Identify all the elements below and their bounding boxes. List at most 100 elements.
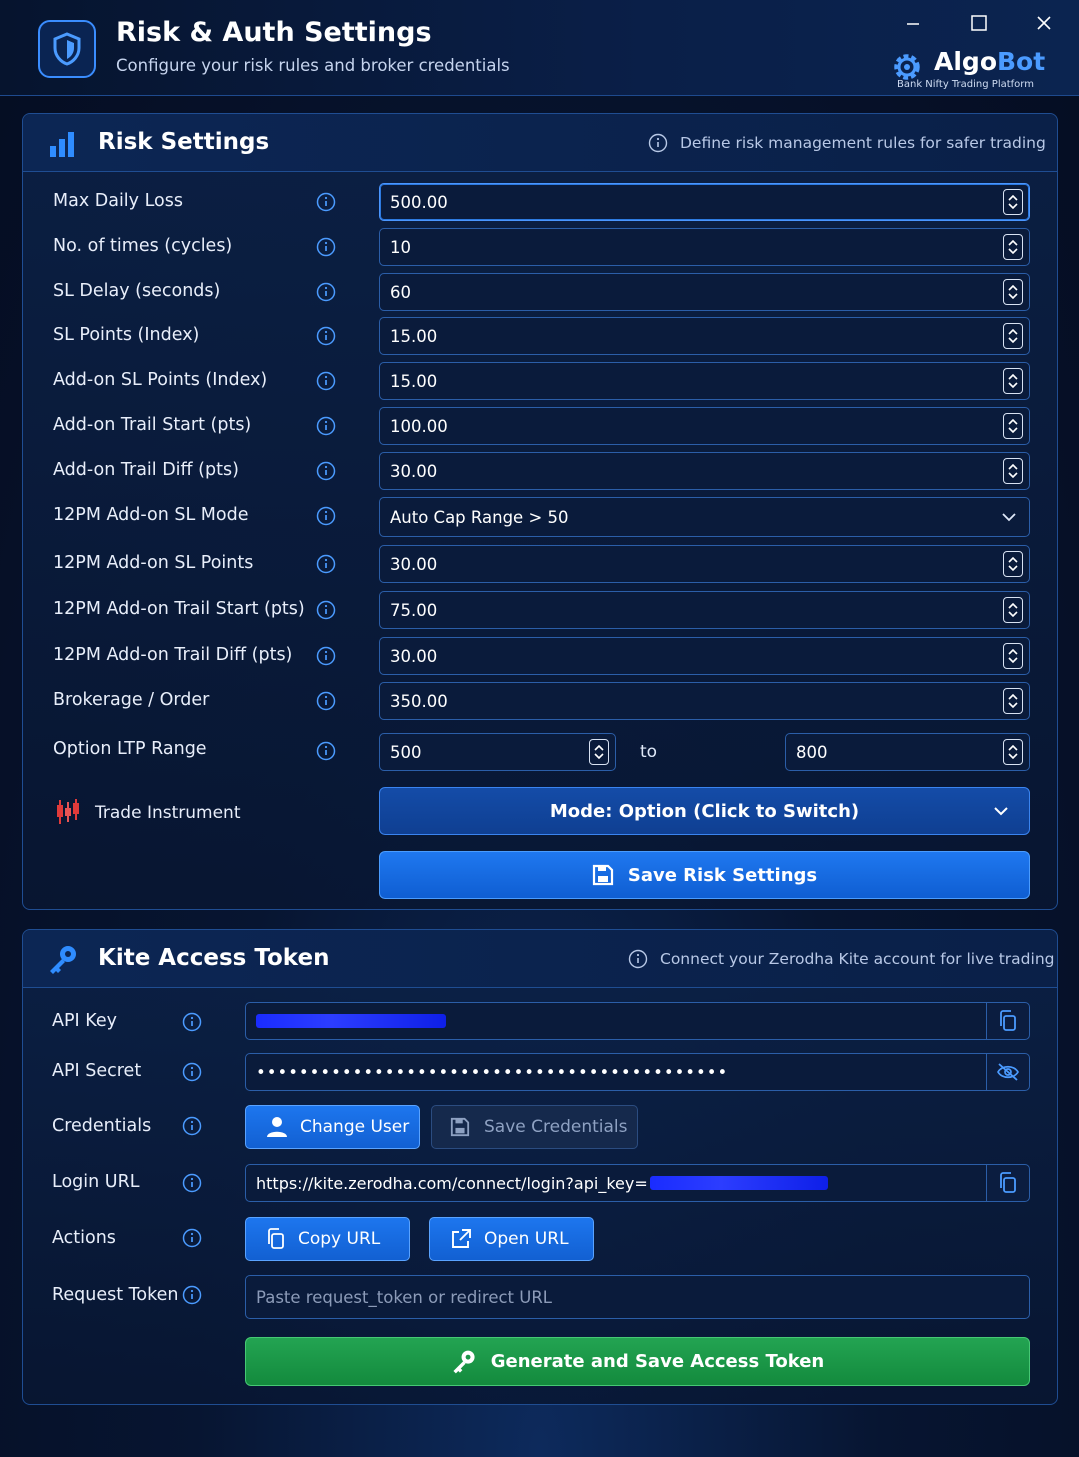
login-url-input[interactable]: https://kite.zerodha.com/connect/login?a… [245,1164,987,1202]
sl-mode-select[interactable]: Auto Cap Range > 50 [379,497,1030,537]
toggle-secret-visibility-button[interactable] [986,1053,1030,1091]
info-icon[interactable] [316,506,336,526]
eye-off-icon [997,1063,1019,1081]
kite-access-token-panel: Kite Access Token Connect your Zerodha K… [22,929,1058,1405]
info-icon[interactable] [182,1173,202,1193]
risk-row-label: Add-on Trail Start (pts) [53,415,252,435]
info-icon[interactable] [316,371,336,391]
chevron-down-icon [1002,513,1016,522]
ltp-separator: to [640,742,658,762]
copy-url-button[interactable]: Copy URL [245,1217,410,1261]
risk-settings-header: Risk Settings Define risk management rul… [23,114,1057,172]
info-icon[interactable] [316,646,336,666]
info-icon[interactable] [316,600,336,620]
spinner-icon[interactable] [1003,643,1023,669]
ltp-from-input[interactable]: 500 [379,733,616,771]
copy-api-key-button[interactable] [986,1002,1030,1040]
copy-url-label: Copy URL [298,1229,381,1249]
risk-row-label: No. of times (cycles) [53,236,233,256]
spinner-icon[interactable] [1003,413,1023,439]
risk-value-input[interactable]: 100.00 [379,407,1030,445]
info-icon[interactable] [182,1116,202,1136]
info-icon[interactable] [316,554,336,574]
spinner-icon[interactable] [1003,688,1023,714]
request-token-placeholder: Paste request_token or redirect URL [256,1287,552,1307]
generate-access-token-label: Generate and Save Access Token [490,1351,825,1372]
request-token-input[interactable]: Paste request_token or redirect URL [245,1275,1030,1319]
risk-row-value: 15.00 [390,371,438,391]
maximize-icon[interactable] [966,10,992,36]
spinner-icon[interactable] [1003,323,1023,349]
kite-hint: Connect your Zerodha Kite account for li… [628,949,1055,969]
spinner-icon[interactable] [1003,189,1023,215]
title-bar: Risk & Auth Settings Configure your risk… [0,0,1079,96]
credentials-label: Credentials [52,1116,152,1136]
brand-logo: AlgoBot Bank Nifty Trading Platform [889,47,1049,93]
risk-value-input[interactable]: 15.00 [379,317,1030,355]
spinner-icon[interactable] [589,739,609,765]
risk-value-input[interactable]: 30.00 [379,637,1030,675]
save-credentials-label: Save Credentials [484,1117,628,1137]
risk-row-label: Add-on Trail Diff (pts) [53,460,239,480]
info-icon[interactable] [316,326,336,346]
spinner-icon[interactable] [1003,597,1023,623]
spinner-icon[interactable] [1003,458,1023,484]
ltp-range-label: Option LTP Range [53,739,207,759]
info-icon[interactable] [182,1012,202,1032]
copy-login-url-button[interactable] [986,1164,1030,1202]
spinner-icon[interactable] [1003,279,1023,305]
info-icon[interactable] [316,416,336,436]
info-icon[interactable] [316,237,336,257]
info-icon[interactable] [316,461,336,481]
risk-value-input[interactable]: 350.00 [379,682,1030,720]
risk-row-value: 75.00 [390,600,438,620]
risk-value-input[interactable]: 30.00 [379,545,1030,583]
risk-row-value: 30.00 [390,461,438,481]
risk-value-input[interactable]: 15.00 [379,362,1030,400]
api-key-input[interactable] [245,1002,987,1040]
spinner-icon[interactable] [1003,368,1023,394]
info-icon[interactable] [316,282,336,302]
risk-value-input[interactable]: 75.00 [379,591,1030,629]
ltp-to-input[interactable]: 800 [785,733,1030,771]
kite-header: Kite Access Token Connect your Zerodha K… [23,930,1057,988]
info-icon[interactable] [182,1228,202,1248]
api-secret-input[interactable]: ••••••••••••••••••••••••••••••••••••••••… [245,1053,987,1091]
external-link-icon [452,1229,471,1248]
api-key-label: API Key [52,1011,117,1031]
spinner-icon[interactable] [1003,234,1023,260]
risk-row-value: 30.00 [390,554,438,574]
risk-settings-title: Risk Settings [98,129,270,155]
redacted-value [256,1014,446,1028]
risk-row-value: 30.00 [390,646,438,666]
mode-switch-button[interactable]: Mode: Option (Click to Switch) [379,787,1030,835]
user-icon [267,1117,287,1137]
minimize-icon[interactable] [900,10,926,36]
info-icon[interactable] [182,1062,202,1082]
info-icon[interactable] [182,1285,202,1305]
risk-value-input[interactable]: 10 [379,228,1030,266]
risk-settings-hint: Define risk management rules for safer t… [648,133,1046,153]
risk-value-input[interactable]: 500.00 [379,183,1030,221]
close-icon[interactable] [1031,10,1057,36]
redacted-value [649,1176,828,1190]
generate-access-token-button[interactable]: Generate and Save Access Token [245,1337,1030,1386]
change-user-button[interactable]: Change User [245,1105,420,1149]
risk-row-label: 12PM Add-on Trail Start (pts) [53,599,305,619]
spinner-icon[interactable] [1003,551,1023,577]
risk-row-value: 350.00 [390,691,448,711]
key-icon [50,946,76,974]
save-risk-settings-label: Save Risk Settings [627,864,818,886]
spinner-icon[interactable] [1003,739,1023,765]
risk-value-input[interactable]: 30.00 [379,452,1030,490]
info-icon[interactable] [316,741,336,761]
save-risk-settings-button[interactable]: Save Risk Settings [379,851,1030,899]
actions-label: Actions [52,1228,116,1248]
info-icon[interactable] [316,691,336,711]
open-url-button[interactable]: Open URL [429,1217,594,1261]
risk-row-value: Auto Cap Range > 50 [390,507,569,527]
info-icon[interactable] [316,192,336,212]
save-credentials-button[interactable]: Save Credentials [431,1105,638,1149]
risk-value-input[interactable]: 60 [379,273,1030,311]
brand-name: AlgoBot [934,47,1046,76]
